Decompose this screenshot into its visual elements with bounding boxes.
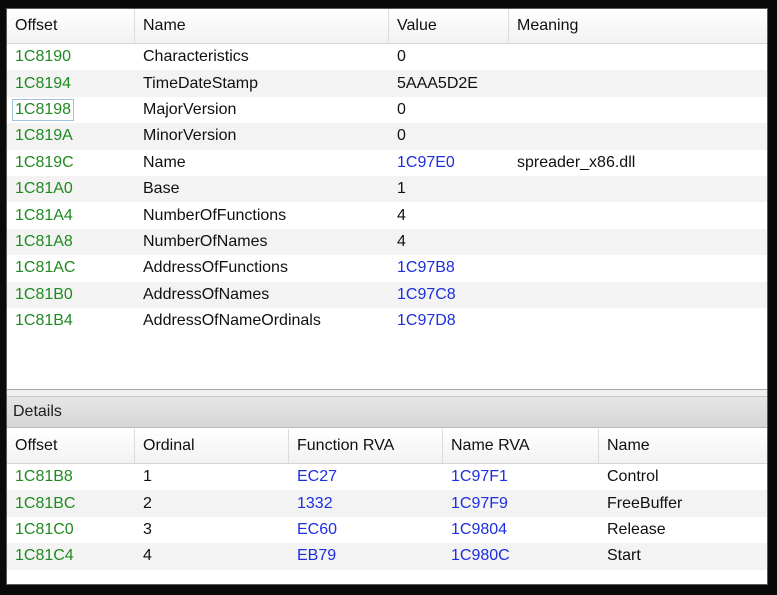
function-name-cell: Release [607,520,666,538]
column-header-name-rva[interactable]: Name RVA [443,429,599,463]
details-label: Details [13,403,62,420]
column-header-function-rva[interactable]: Function RVA [289,429,443,463]
table-row[interactable]: 1C81C0 3 EC60 1C9804 Release [7,517,767,543]
name-rva-cell: 1C9804 [451,520,508,538]
table-row[interactable]: 1C81A0 Base 1 [7,175,767,203]
function-name-cell: Start [607,547,641,565]
table-row[interactable]: 1C81B8 1 EC27 1C97F1 Control [7,464,767,490]
offset-cell: 1C81C0 [15,520,74,538]
value-cell: 1C97B8 [397,259,455,277]
export-directory-list: 1C8190 Characteristics 0 1C8194 TimeDateStam… [7,44,767,390]
offset-cell: 1C8194 [15,74,72,92]
export-directory-pane: Offset Name Value Meaning 1C8190 Characte… [7,9,767,389]
offset-cell: 1C81A8 [15,232,73,250]
value-cell: 1 [397,180,406,198]
name-rva-cell: 1C97F9 [451,494,508,512]
ordinal-cell: 2 [143,494,152,512]
field-name-cell: Characteristics [143,48,249,66]
function-name-cell: Control [607,468,659,486]
table-row[interactable]: 1C8198 MajorVersion 0 [7,97,767,123]
name-rva-cell: 1C97F1 [451,468,508,486]
offset-cell: 1C81A0 [15,180,73,198]
column-header-offset[interactable]: Offset [7,429,135,463]
offset-cell: 1C81B8 [15,468,73,486]
value-cell: 5AAA5D2E [397,74,478,92]
table-row[interactable]: 1C81B4 AddressOfNameOrdinals 1C97D8 [7,308,767,334]
column-header-offset[interactable]: Offset [7,9,135,43]
field-name-cell: MinorVersion [143,127,237,145]
ordinal-cell: 1 [143,468,152,486]
value-cell: 0 [397,100,406,118]
value-cell: 4 [397,206,406,224]
offset-cell: 1C819C [15,153,74,171]
column-header-value[interactable]: Value [389,9,509,43]
pane-splitter[interactable] [7,389,767,396]
function-rva-cell: EB79 [297,547,337,565]
value-cell: 0 [397,48,406,66]
ordinal-cell: 4 [143,547,152,565]
offset-cell: 1C81AC [15,259,76,277]
function-name-cell: FreeBuffer [607,494,683,512]
column-header-ordinal[interactable]: Ordinal [135,429,289,463]
field-name-cell: Name [143,153,186,171]
column-header-name[interactable]: Name [599,429,767,463]
offset-cell: 1C81B4 [15,312,73,330]
name-rva-cell: 1C980C [451,547,510,565]
value-cell: 1C97C8 [397,285,456,303]
field-name-cell: NumberOfNames [143,232,268,250]
ordinal-cell: 3 [143,520,152,538]
value-cell: 0 [397,127,406,145]
meaning-cell: spreader_x86.dll [517,153,636,171]
value-cell: 1C97D8 [397,312,456,330]
focused-offset-value: 1C8198 [12,98,75,121]
column-header-meaning[interactable]: Meaning [509,9,767,43]
offset-cell: 1C8198 [7,97,135,123]
field-name-cell: AddressOfNameOrdinals [143,312,321,330]
field-name-cell: TimeDateStamp [143,74,258,92]
export-directory-header: Offset Name Value Meaning [7,9,767,44]
field-name-cell: AddressOfFunctions [143,259,288,277]
value-cell: 4 [397,232,406,250]
table-row[interactable]: 1C8194 TimeDateStamp 5AAA5D2E [7,70,767,97]
field-name-cell: AddressOfNames [143,285,270,303]
field-name-cell: NumberOfFunctions [143,206,287,224]
offset-cell: 1C819A [15,127,73,145]
table-row[interactable]: 1C81AC AddressOfFunctions 1C97B8 [7,255,767,281]
function-rva-cell: EC60 [297,520,338,538]
offset-cell: 1C81A4 [15,206,73,224]
table-row[interactable]: 1C81B0 AddressOfNames 1C97C8 [7,281,767,308]
export-directory-window: Offset Name Value Meaning 1C8190 Characte… [6,8,768,585]
table-row[interactable]: 1C819A MinorVersion 0 [7,123,767,150]
offset-cell: 1C8190 [15,48,72,66]
details-section-header: Details [7,396,767,428]
table-row[interactable]: 1C81C4 4 EB79 1C980C Start [7,543,767,570]
offset-cell: 1C81C4 [15,547,74,565]
table-row[interactable]: 1C81A4 NumberOfFunctions 4 [7,202,767,228]
offset-cell: 1C81B0 [15,285,73,303]
value-cell: 1C97E0 [397,153,455,171]
table-row[interactable]: 1C819C Name 1C97E0 spreader_x86.dll [7,150,767,176]
offset-cell: 1C81BC [15,494,76,512]
exported-functions-list: 1C81B8 1 EC27 1C97F1 Control 1C81BC 2 1332 1C97F… [7,464,767,570]
column-header-name[interactable]: Name [135,9,389,43]
field-name-cell: MajorVersion [143,100,237,118]
table-row[interactable]: 1C8190 Characteristics 0 [7,44,767,70]
table-row[interactable]: 1C81BC 2 1332 1C97F9 FreeBuffer [7,490,767,517]
exported-functions-pane: Offset Ordinal Function RVA Name RVA Nam… [7,429,767,584]
function-rva-cell: 1332 [297,494,333,512]
function-rva-cell: EC27 [297,468,338,486]
field-name-cell: Base [143,180,180,198]
exported-functions-header: Offset Ordinal Function RVA Name RVA Nam… [7,429,767,464]
table-row[interactable]: 1C81A8 NumberOfNames 4 [7,228,767,256]
